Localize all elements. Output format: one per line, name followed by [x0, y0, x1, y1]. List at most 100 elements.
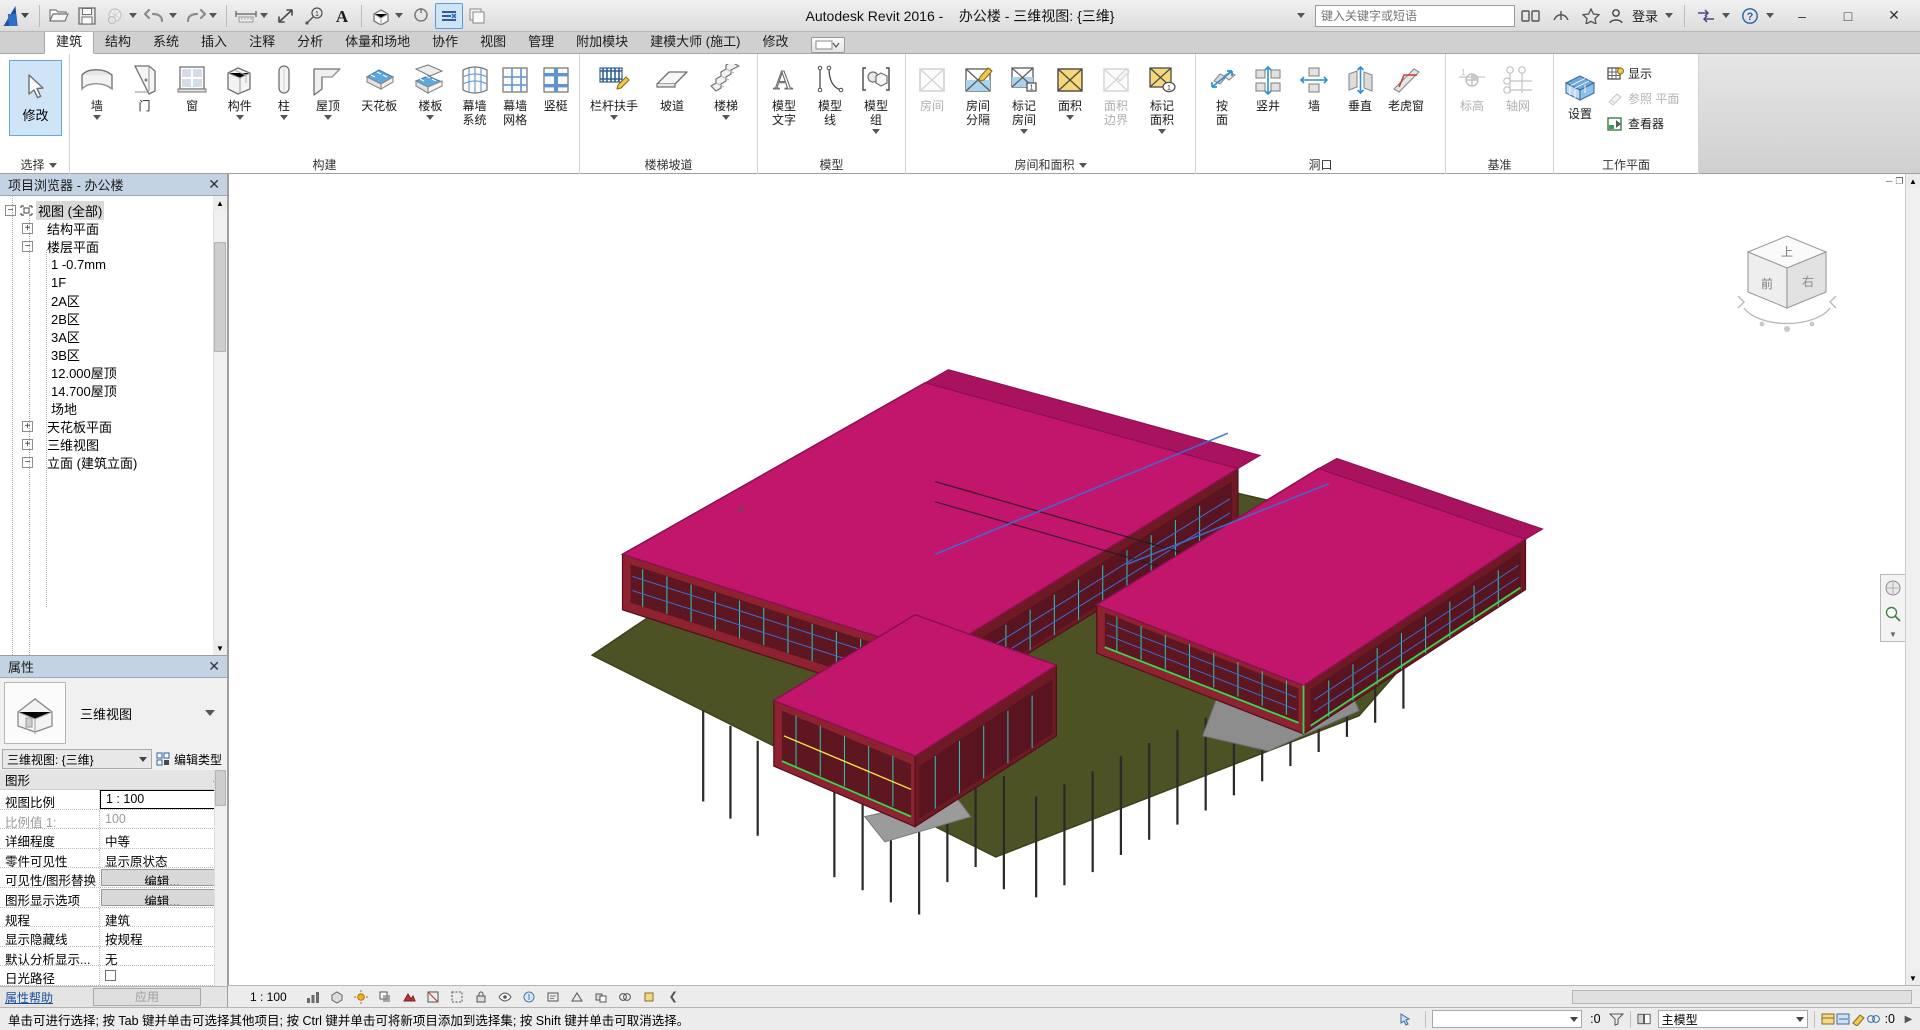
tool-stair[interactable]: 楼梯	[699, 58, 753, 120]
tab-collaborate[interactable]: 协作	[421, 31, 469, 53]
navigation-bar[interactable]: ▼	[1880, 574, 1906, 642]
text-icon[interactable]: A	[328, 3, 356, 29]
type-selector-combo[interactable]: 三维视图: {三维}	[2, 749, 152, 769]
tool-area[interactable]: 面积	[1047, 58, 1093, 120]
properties-scrollbar[interactable]	[214, 770, 227, 986]
chevron-down-icon[interactable]	[610, 115, 618, 120]
project-browser-tree[interactable]: − 视图 (全部) + 结构平面 − 楼层平面 1 -0.7mm 1F 2A区 …	[0, 196, 227, 655]
exchange-apps-icon[interactable]	[1692, 3, 1720, 29]
redo-icon[interactable]	[181, 3, 209, 29]
property-row[interactable]: 图形显示选项 编辑...	[0, 887, 227, 908]
tool-tag-room[interactable]: 1 标记 房间	[1001, 58, 1047, 134]
chevron-down-icon[interactable]	[872, 129, 880, 134]
tool-ceiling[interactable]: 天花板	[352, 58, 407, 113]
tab-annotate[interactable]: 注释	[238, 31, 286, 53]
measure-icon[interactable]	[232, 3, 260, 29]
tab-systems[interactable]: 系统	[142, 31, 190, 53]
shadows-icon[interactable]	[378, 989, 393, 1004]
property-value[interactable]: 无	[100, 947, 227, 966]
tool-model-text[interactable]: A 模型 文字	[761, 58, 807, 127]
selection-filter-combo[interactable]	[1432, 1010, 1583, 1028]
tree-node-views[interactable]: − 视图 (全部)	[0, 200, 227, 220]
tool-wall-opening[interactable]: 墙	[1291, 58, 1337, 113]
chevron-down-icon[interactable]	[279, 115, 288, 120]
chevron-down-icon[interactable]	[324, 115, 333, 120]
temporary-view-properties-icon[interactable]	[546, 989, 561, 1004]
reveal-hidden-icon[interactable]	[522, 989, 537, 1004]
tool-mullion[interactable]: 竖梃	[535, 58, 576, 113]
close-icon[interactable]: ✕	[205, 658, 223, 675]
tab-modify[interactable]: 修改	[751, 31, 799, 53]
modify-button[interactable]: 修改	[9, 60, 62, 136]
tool-model-line[interactable]: 模型 线	[807, 58, 853, 127]
chevron-down-icon[interactable]	[1020, 129, 1028, 134]
tool-vertical-opening[interactable]: 垂直	[1337, 58, 1383, 113]
tab-manage[interactable]: 管理	[517, 31, 565, 53]
tree-node-ceiling-plans[interactable]: + 天花板平面	[0, 417, 227, 435]
chevron-down-icon[interactable]	[92, 115, 101, 120]
tool-column[interactable]: 柱	[264, 58, 305, 120]
chevron-down-icon[interactable]	[48, 163, 57, 169]
worksharing-icon[interactable]	[1866, 1012, 1881, 1027]
chevron-down-icon[interactable]	[1066, 115, 1074, 120]
apply-button[interactable]: 应用	[93, 988, 201, 1006]
window-maximize-button[interactable]: □	[1826, 0, 1870, 31]
properties-table[interactable]: 图形 ▲ 视图比例 1 : 100 比例值 1: 100 详细程度 中等 零件可…	[0, 770, 227, 986]
section-icon[interactable]	[407, 3, 435, 29]
steering-wheel-icon[interactable]	[1881, 575, 1905, 601]
show-crop-icon[interactable]	[450, 989, 465, 1004]
tool-curtain-system[interactable]: 幕墙 系统	[454, 58, 495, 127]
window-minimize-button[interactable]: –	[1780, 0, 1824, 31]
highlight-displacement-icon[interactable]	[594, 989, 609, 1004]
exchange-dropdown-icon[interactable]	[1722, 13, 1730, 18]
scroll-up-icon[interactable]: ▲	[213, 196, 227, 210]
rendering-dialog-icon[interactable]	[402, 989, 417, 1004]
tool-ramp[interactable]: 坡道	[645, 58, 699, 113]
tab-structure[interactable]: 结构	[94, 31, 142, 53]
sync-dropdown-icon[interactable]	[129, 13, 137, 18]
tool-opening-by-face[interactable]: 按 面	[1199, 58, 1245, 127]
tree-node-3d-views[interactable]: + 三维视图	[0, 435, 227, 453]
tree-expander-collapse[interactable]: −	[22, 456, 33, 468]
tree-node-plan-site[interactable]: 场地	[0, 399, 227, 417]
search-input[interactable]	[1314, 4, 1515, 27]
tool-component[interactable]: 构件	[216, 58, 264, 120]
tree-expander-collapse[interactable]: −	[5, 204, 16, 216]
tool-dormer-opening[interactable]: 老虎窗	[1383, 58, 1429, 113]
tree-expander-expand[interactable]: +	[22, 222, 33, 234]
tool-roof[interactable]: 屋顶	[304, 58, 352, 120]
tab-insert[interactable]: 插入	[190, 31, 238, 53]
tool-tag-area[interactable]: 1 标记 面积	[1139, 58, 1185, 134]
tool-wall[interactable]: 墙	[73, 58, 121, 120]
property-row[interactable]: 默认分析显示... 无	[0, 946, 227, 967]
tab-modeling-master[interactable]: 建模大师 (施工)	[639, 31, 751, 53]
tool-level[interactable]: 1 标高	[1449, 58, 1495, 113]
tool-floor[interactable]: 楼板	[407, 58, 455, 120]
favorites-star-icon[interactable]	[1577, 3, 1605, 29]
signin-link[interactable]: 登录	[1627, 6, 1663, 25]
tag-icon[interactable]: 1	[300, 3, 328, 29]
property-value[interactable]: 中等	[100, 829, 227, 848]
undo-dropdown-icon[interactable]	[169, 13, 177, 18]
chevron-down-icon[interactable]	[722, 115, 730, 120]
tool-window[interactable]: 窗	[168, 58, 216, 113]
workset-combo[interactable]: 主模型	[1657, 1010, 1808, 1028]
tab-architecture[interactable]: 建筑	[44, 30, 95, 54]
sun-path-icon[interactable]	[354, 989, 369, 1004]
zoom-icon[interactable]	[1881, 601, 1905, 627]
tool-workplane-set[interactable]: 设置	[1557, 66, 1603, 121]
tab-massing-site[interactable]: 体量和场地	[334, 31, 421, 53]
ribbon-display-options-button[interactable]	[811, 37, 846, 53]
temporary-hide-isolate-icon[interactable]	[498, 989, 513, 1004]
tree-node-floor-plans[interactable]: − 楼层平面	[0, 237, 227, 255]
property-row[interactable]: 规程 建筑	[0, 907, 227, 928]
navbar-dropdown-icon[interactable]: ▼	[1881, 627, 1905, 641]
tree-node-plan-1f[interactable]: 1F	[0, 273, 227, 291]
tool-reference-plane[interactable]: 参照 平面	[1603, 86, 1683, 111]
sync-icon[interactable]	[101, 3, 129, 29]
help-icon[interactable]: ?	[1736, 3, 1764, 29]
chevron-down-icon[interactable]	[205, 710, 215, 716]
property-value[interactable]: 建筑	[100, 908, 227, 927]
design-options-icon[interactable]	[1821, 1012, 1836, 1027]
tool-grid[interactable]: 轴网	[1495, 58, 1541, 113]
